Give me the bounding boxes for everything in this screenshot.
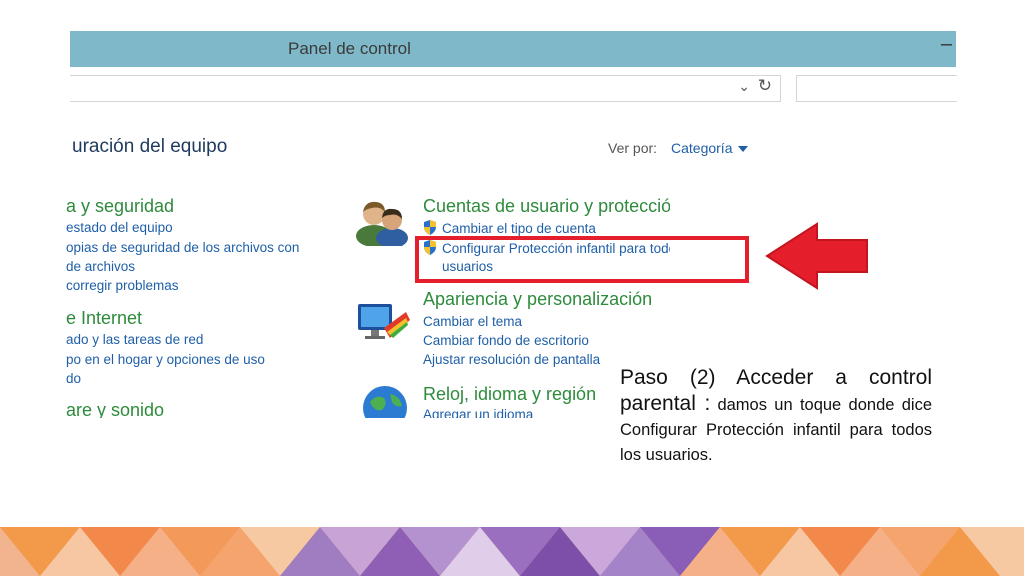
annotation-caption: Paso (2) Acceder a control parental : da… [620,366,932,468]
monitor-paint-icon [358,304,410,339]
red-arrow-icon [765,222,868,290]
category-title-user-accounts[interactable]: Cuentas de usuario y protección infantil [423,196,670,217]
category-title-security[interactable]: a y seguridad [66,196,174,217]
left-category-column: a y seguridad estado del equipo opias de… [0,190,345,418]
chevron-down-icon[interactable]: ⌄ [738,78,750,95]
page-title: uración del equipo [72,136,228,157]
users-icon [356,201,408,246]
link-sharing[interactable]: do [66,371,81,386]
globe-clock-icon [363,386,407,418]
search-input[interactable] [796,75,957,102]
link-system-status[interactable]: estado del equipo [66,220,173,235]
view-by-dropdown[interactable]: Categoría [671,140,749,156]
link-screen-resolution[interactable]: Ajustar resolución de pantalla [423,352,600,367]
link-backup[interactable]: opias de seguridad de los archivos con [66,240,299,255]
link-change-theme[interactable]: Cambiar el tema [423,314,522,329]
link-change-account-type[interactable]: Cambiar el tipo de cuenta [423,220,596,236]
link-fix-problems[interactable]: corregir problemas [66,278,179,293]
decorative-triangle-band [0,527,1024,576]
category-title-appearance[interactable]: Apariencia y personalización [423,289,652,310]
link-backup-files[interactable]: de archivos [66,259,135,274]
address-bar[interactable]: ⌄ ↻ [70,75,781,102]
link-change-account-type-label: Cambiar el tipo de cuenta [442,221,596,236]
category-title-sound[interactable]: are y sonido [66,400,164,418]
window-titlebar: Panel de control – [70,31,956,67]
link-homegroup[interactable]: po en el hogar y opciones de uso [66,352,265,367]
view-by-value: Categoría [671,140,733,156]
window-title: Panel de control [288,39,411,58]
view-by-label: Ver por: [608,140,658,156]
refresh-icon[interactable]: ↻ [758,76,772,96]
link-add-language[interactable]: Agregar un idioma [423,407,533,418]
category-title-internet[interactable]: e Internet [66,308,142,329]
minimize-button[interactable]: – [941,33,952,56]
highlight-box [415,236,749,283]
category-title-clock-language[interactable]: Reloj, idioma y región [423,384,596,405]
link-change-wallpaper[interactable]: Cambiar fondo de escritorio [423,333,589,348]
caret-down-icon [738,146,749,153]
uac-shield-icon [424,220,436,235]
link-network-status[interactable]: ado y las tareas de red [66,332,203,347]
